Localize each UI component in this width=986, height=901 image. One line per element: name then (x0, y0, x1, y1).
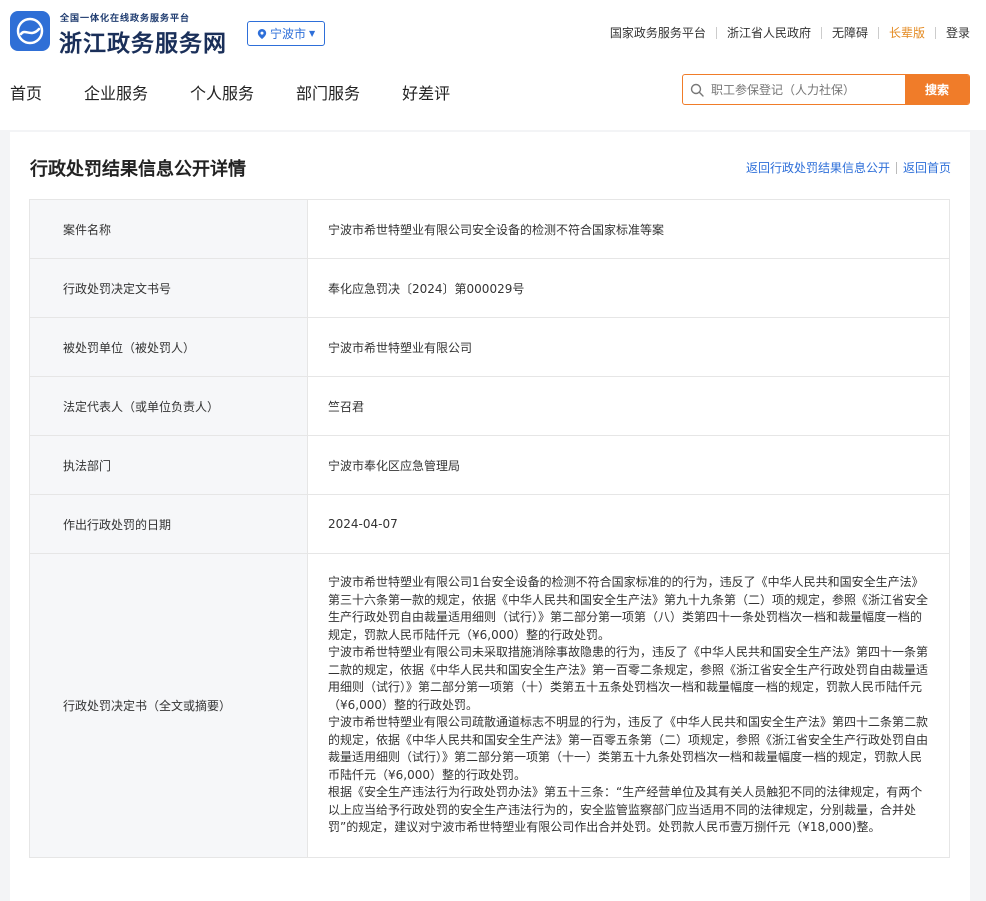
logo-tagline: 全国一体化在线政务服务平台 (60, 14, 191, 24)
table-row: 作出行政处罚的日期 2024-04-07 (29, 494, 950, 554)
main-nav: 首页 企业服务 个人服务 部门服务 好差评 (10, 80, 492, 104)
site-header: 全国一体化在线政务服务平台 浙江政务服务网 宁波市 ▼ 国家政务服务平台 浙江省… (0, 0, 986, 130)
divider (715, 26, 717, 39)
row-value: 宁波市希世特塑业有限公司 (307, 317, 950, 377)
link-login[interactable]: 登录 (946, 24, 970, 41)
search-button[interactable]: 搜索 (905, 75, 969, 104)
row-label: 被处罚单位（被处罚人） (29, 317, 308, 377)
decision-paragraph: 宁波市希世特塑业有限公司疏散通道标志不明显的行为，违反了《中华人民共和国安全生产… (328, 715, 929, 782)
location-pin-icon (257, 28, 267, 39)
divider (877, 26, 879, 39)
row-value: 宁波市希世特塑业有限公司安全设备的检测不符合国家标准等案 (307, 199, 950, 259)
link-accessibility[interactable]: 无障碍 (832, 24, 868, 41)
link-elder-mode[interactable]: 长辈版 (889, 24, 925, 41)
table-row: 法定代表人（或单位负责人） 竺召君 (29, 376, 950, 436)
nav-item-enterprise[interactable]: 企业服务 (84, 80, 148, 104)
caret-down-icon: ▼ (309, 29, 316, 38)
logo-title[interactable]: 浙江政务服务网 (59, 24, 227, 58)
link-provincial-government[interactable]: 浙江省人民政府 (727, 24, 811, 41)
decision-paragraph: 宁波市希世特塑业有限公司1台安全设备的检测不符合国家标准的的行为，违反了《中华人… (328, 575, 929, 642)
back-home-link[interactable]: 返回首页 (903, 159, 951, 176)
table-row: 行政处罚决定文书号 奉化应急罚决〔2024〕第000029号 (29, 258, 950, 318)
decision-text: 宁波市希世特塑业有限公司1台安全设备的检测不符合国家标准的的行为，违反了《中华人… (307, 553, 950, 858)
row-value: 2024-04-07 (307, 494, 950, 554)
row-label: 案件名称 (29, 199, 308, 259)
nav-item-feedback[interactable]: 好差评 (402, 80, 450, 104)
search-input[interactable] (711, 75, 905, 104)
detail-card: 行政处罚结果信息公开详情 返回行政处罚结果信息公开 返回首页 案件名称 宁波市希… (10, 132, 970, 901)
divider (820, 26, 822, 39)
row-label: 行政处罚决定书（全文或摘要） (29, 553, 308, 858)
row-label: 法定代表人（或单位负责人） (29, 376, 308, 436)
table-row: 案件名称 宁波市希世特塑业有限公司安全设备的检测不符合国家标准等案 (29, 199, 950, 259)
detail-table: 案件名称 宁波市希世特塑业有限公司安全设备的检测不符合国家标准等案 行政处罚决定… (29, 199, 950, 858)
search-box: 搜索 (682, 74, 970, 105)
breadcrumb-links: 返回行政处罚结果信息公开 返回首页 (746, 159, 951, 176)
city-label: 宁波市 (270, 27, 307, 41)
search-icon (683, 75, 711, 104)
link-national-platform[interactable]: 国家政务服务平台 (610, 24, 706, 41)
row-value: 奉化应急罚决〔2024〕第000029号 (307, 258, 950, 318)
table-row-decision: 行政处罚决定书（全文或摘要） 宁波市希世特塑业有限公司1台安全设备的检测不符合国… (29, 553, 950, 858)
row-value: 竺召君 (307, 376, 950, 436)
divider (895, 161, 897, 174)
top-links: 国家政务服务平台 浙江省人民政府 无障碍 长辈版 登录 (610, 24, 970, 41)
row-label: 行政处罚决定文书号 (29, 258, 308, 318)
nav-item-personal[interactable]: 个人服务 (190, 80, 254, 104)
nav-item-home[interactable]: 首页 (10, 80, 42, 104)
table-row: 执法部门 宁波市奉化区应急管理局 (29, 435, 950, 495)
page-title: 行政处罚结果信息公开详情 (30, 159, 246, 180)
row-label: 执法部门 (29, 435, 308, 495)
table-row: 被处罚单位（被处罚人） 宁波市希世特塑业有限公司 (29, 317, 950, 377)
city-selector[interactable]: 宁波市 ▼ (247, 21, 326, 46)
nav-item-department[interactable]: 部门服务 (296, 80, 360, 104)
decision-paragraph: 宁波市希世特塑业有限公司未采取措施消除事故隐患的行为，违反了《中华人民共和国安全… (328, 645, 929, 712)
row-label: 作出行政处罚的日期 (29, 494, 308, 554)
site-logo-icon[interactable] (10, 11, 50, 51)
row-value: 宁波市奉化区应急管理局 (307, 435, 950, 495)
back-to-list-link[interactable]: 返回行政处罚结果信息公开 (746, 159, 890, 176)
divider (934, 26, 936, 39)
decision-paragraph: 根据《安全生产违法行为行政处罚办法》第五十三条：“生产经营单位及其有关人员触犯不… (328, 785, 923, 834)
